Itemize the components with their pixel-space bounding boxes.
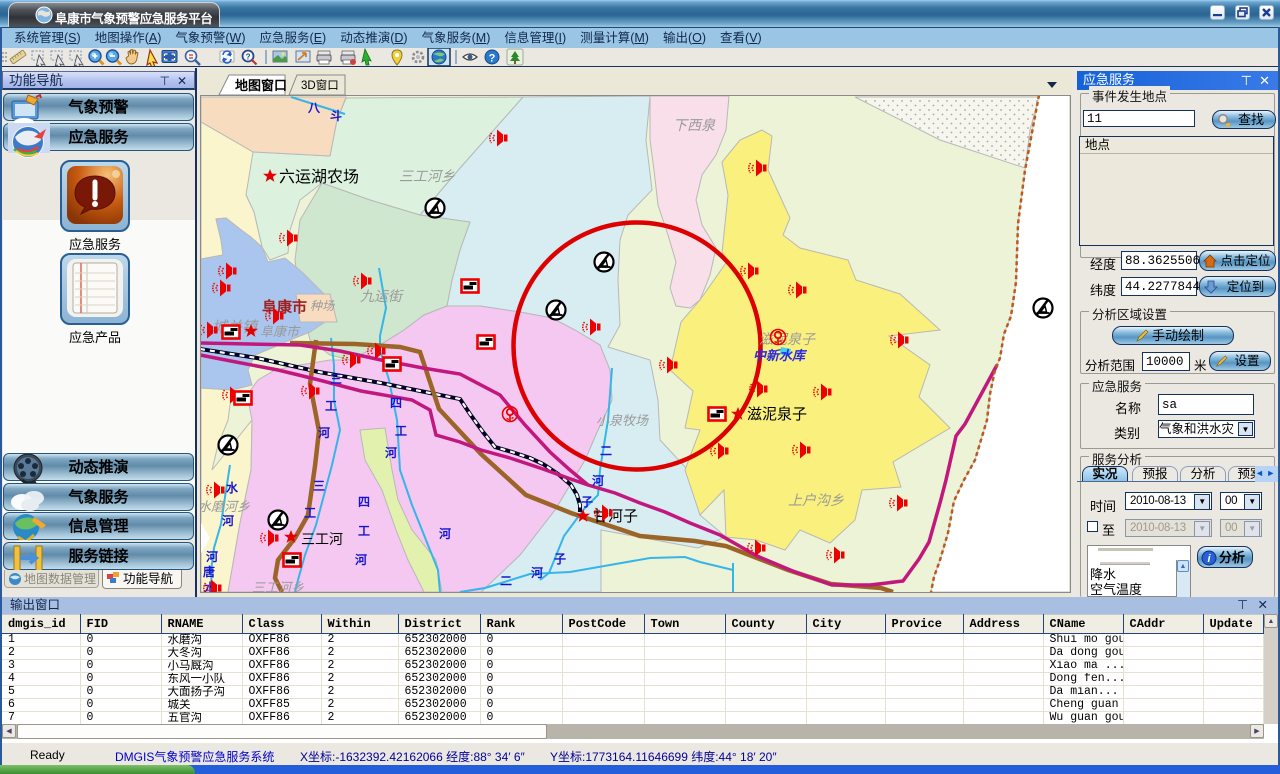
svg-text:阜康市: 阜康市 [262,298,307,316]
svg-text:河: 河 [221,513,234,528]
svg-text:河: 河 [384,445,397,460]
svg-text:二: 二 [600,444,612,458]
svg-text:三工河乡: 三工河乡 [252,580,304,592]
svg-text:河: 河 [530,565,543,580]
svg-text:水: 水 [226,480,239,495]
svg-text:三: 三 [313,479,325,493]
svg-text:水磨河乡: 水磨河乡 [201,499,250,514]
svg-text:下西泉: 下西泉 [673,117,716,133]
svg-text:四: 四 [358,495,370,509]
svg-text:河: 河 [354,552,367,567]
svg-text:河: 河 [205,549,218,564]
svg-text:子: 子 [581,495,593,509]
svg-text:阜康市: 阜康市 [260,324,301,339]
svg-text:六运湖农场: 六运湖农场 [279,168,359,186]
svg-text:唐: 唐 [203,564,215,579]
svg-text:河: 河 [591,473,604,488]
svg-text:中新水库: 中新水库 [753,348,808,363]
svg-text:?: ? [489,53,496,65]
svg-text:河: 河 [438,526,451,541]
svg-text:工: 工 [358,524,370,538]
svg-text:小泉牧场: 小泉牧场 [596,413,649,428]
svg-text:滋泥泉子: 滋泥泉子 [759,331,816,347]
svg-text:上户沟乡: 上户沟乡 [788,492,844,508]
svg-text:子: 子 [554,552,566,566]
svg-text:三工河: 三工河 [301,531,343,547]
svg-text:种场: 种场 [310,299,335,313]
svg-text:三: 三 [330,372,342,386]
svg-text:工: 工 [325,399,337,413]
svg-text:斗: 斗 [330,109,342,123]
svg-text:九运街: 九运街 [360,288,404,304]
svg-text:3D窗口: 3D窗口 [301,78,339,92]
svg-text:工: 工 [304,506,316,520]
svg-text:二: 二 [500,574,512,588]
svg-text:河: 河 [317,425,330,440]
svg-text:地图窗口: 地图窗口 [235,78,287,93]
svg-text:三工河乡: 三工河乡 [399,168,455,184]
svg-text:工: 工 [395,424,407,438]
svg-text:滋泥泉子: 滋泥泉子 [747,406,807,423]
svg-text:四: 四 [390,396,402,410]
svg-text:?: ? [246,53,251,62]
svg-text:八: 八 [307,101,321,115]
